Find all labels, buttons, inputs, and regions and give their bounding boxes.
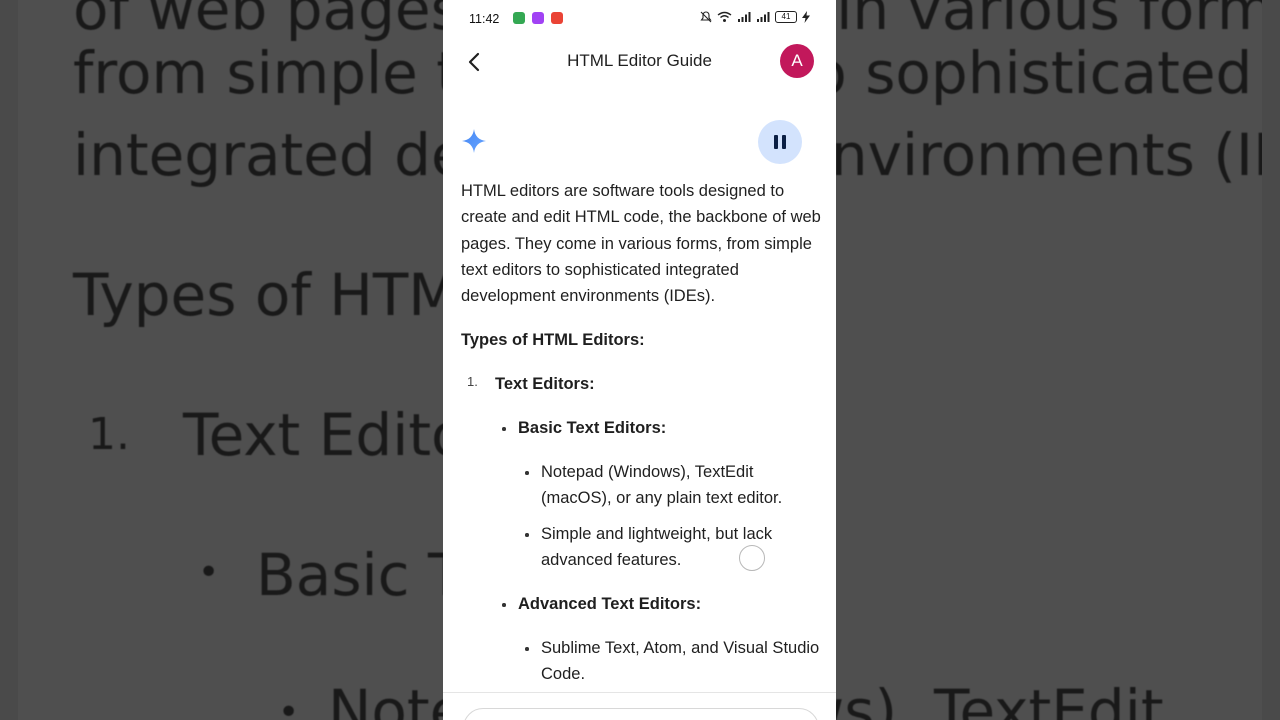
prompt-input-bar[interactable]	[463, 708, 819, 720]
list-number: 1.	[467, 374, 478, 390]
item-text: Notepad (Windows), TextEdit (macOS), or …	[541, 463, 783, 508]
divider	[443, 692, 836, 693]
mute-icon	[700, 11, 712, 23]
pause-icon	[774, 135, 778, 149]
status-icons: 41	[700, 11, 810, 23]
phone-notification-icon	[513, 12, 525, 24]
intro-paragraph: HTML editors are software tools designed…	[461, 182, 821, 306]
app-notification-icon	[532, 12, 544, 24]
item-text: Sublime Text, Atom, and Visual Studio Co…	[541, 639, 820, 684]
item-text: Simple and lightweight, but lack advance…	[541, 525, 773, 570]
phone-screen: 11:42 41 HTML Editor Guide A HTML editor…	[443, 0, 836, 720]
page-title: HTML Editor Guide	[567, 51, 712, 70]
status-bar: 11:42 41	[443, 0, 836, 38]
pause-button[interactable]	[758, 120, 802, 164]
bullet	[525, 533, 529, 537]
bullet	[525, 471, 529, 475]
section-heading: Types of HTML Editors:	[461, 331, 645, 350]
list-item: Simple and lightweight, but lack advance…	[461, 521, 823, 573]
record-notification-icon	[551, 12, 563, 24]
bullet	[502, 427, 506, 431]
group-title: Advanced Text Editors:	[518, 595, 702, 614]
list-item: Notepad (Windows), TextEdit (macOS), or …	[461, 459, 823, 511]
charging-icon	[802, 11, 810, 23]
status-time: 11:42	[469, 12, 500, 26]
app-bar: HTML Editor Guide A	[443, 38, 836, 86]
bullet-group-title: Advanced Text Editors:	[461, 591, 823, 617]
list-item-title: Text Editors:	[495, 375, 595, 394]
response-content: HTML editors are software tools designed…	[461, 178, 823, 687]
pause-icon-bar	[782, 135, 786, 149]
ordered-list-item: 1. Text Editors:	[461, 371, 823, 397]
bullet-group-title: Basic Text Editors:	[461, 415, 823, 441]
wifi-icon	[717, 11, 732, 22]
touch-indicator	[739, 545, 765, 571]
battery-icon: 41	[775, 11, 797, 23]
bullet	[502, 603, 506, 607]
signal-icon-2	[757, 12, 770, 22]
battery-level: 41	[781, 12, 791, 21]
bullet	[525, 647, 529, 651]
gemini-spark-icon	[462, 129, 486, 153]
group-title: Basic Text Editors:	[518, 419, 667, 438]
signal-icon	[738, 12, 751, 22]
avatar[interactable]: A	[780, 44, 814, 78]
list-item: Sublime Text, Atom, and Visual Studio Co…	[461, 635, 823, 687]
